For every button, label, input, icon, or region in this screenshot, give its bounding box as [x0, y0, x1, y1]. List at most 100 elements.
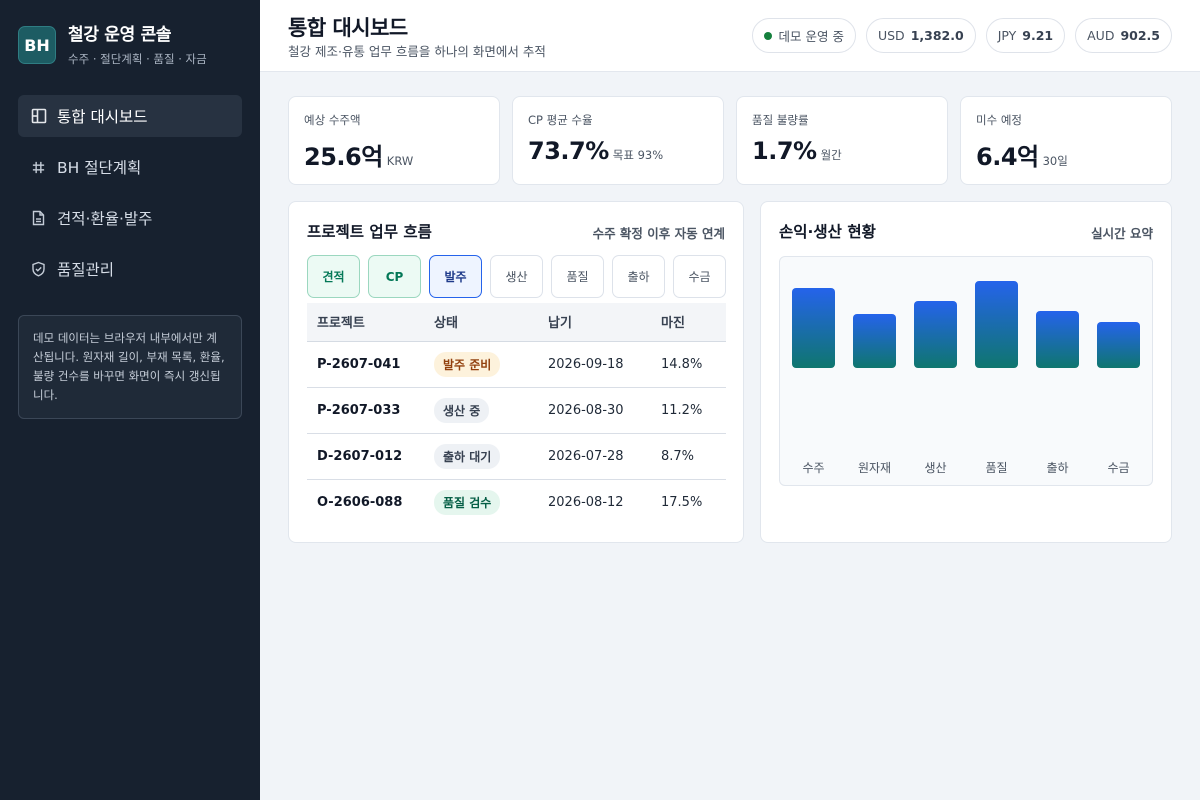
nav-label-quote: 견적·환율·발주: [57, 210, 153, 228]
due-date: 2026-09-18: [538, 341, 651, 388]
rate-value: 1,382.0: [910, 28, 964, 43]
brand-title: 철강 운영 콘솔: [68, 25, 172, 45]
shield-check-icon: [30, 261, 47, 278]
rate-chip-jpy: JPY 9.21: [985, 18, 1066, 53]
nav-label-quality: 품질관리: [57, 261, 115, 279]
chart-bar-0: [792, 288, 835, 368]
margin: 14.8%: [651, 341, 726, 388]
step-shipping[interactable]: 출하: [612, 255, 665, 298]
stat-card-cp-yield: CP 평균 수율 73.7% 목표 93%: [512, 96, 724, 185]
chart-bar-1: [853, 314, 896, 368]
col-header-margin: 마진: [651, 303, 726, 342]
demo-note: 데모 데이터는 브라우저 내부에서만 계산됩니다. 원자재 길이, 부재 목록,…: [18, 315, 242, 419]
page-title: 통합 대시보드: [288, 16, 408, 40]
stat-value: 1.7%: [752, 137, 817, 165]
rate-value: 9.21: [1022, 28, 1054, 43]
project-id: O-2606-088: [317, 494, 403, 510]
step-quality[interactable]: 품질: [551, 255, 604, 298]
workflow-steps: 견적 CP 발주 생산 품질 출하 수금: [307, 255, 726, 298]
status-badge: 발주 준비: [434, 351, 501, 377]
dashboard-icon: [30, 108, 47, 125]
pl-bar-chart: 수주 원자재 생산 품질 출하 수금: [792, 281, 1140, 475]
chart-category-label: 수주: [802, 461, 824, 475]
sidebar: BH 철강 운영 콘솔 수주 · 절단계획 · 품질 · 자금 통합 대시보드 …: [0, 0, 260, 800]
rate-code: USD: [877, 28, 905, 43]
header-chips: 데모 운영 중 USD 1,382.0 JPY 9.21 AUD 902.5: [742, 18, 1172, 53]
project-id: P-2607-041: [307, 341, 424, 388]
stat-card-receivables: 미수 예정 6.4억 30일: [960, 96, 1172, 185]
col-header-due: 납기: [538, 303, 651, 342]
chart-bar-3: [975, 281, 1018, 368]
nav-item-quote[interactable]: 견적·환율·발주: [18, 197, 242, 239]
rate-value: 902.5: [1120, 28, 1160, 43]
due-date: 2026-08-30: [538, 387, 651, 434]
pl-chart-box: 수주 원자재 생산 품질 출하 수금: [779, 256, 1153, 486]
page-subtitle: 철강 제조·유통 업무 흐름을 하나의 화면에서 추적: [288, 44, 546, 59]
project-table: 프로젝트 상태 납기 마진 P-2607-041 발주 준비 2026-09-1…: [307, 303, 726, 525]
step-quote[interactable]: 견적: [307, 255, 360, 298]
status-dot-icon: [763, 31, 772, 40]
table-header-row: 프로젝트 상태 납기 마진: [307, 303, 726, 342]
stat-card-expected-orders: 예상 수주액 25.6억 KRW: [288, 96, 500, 185]
project-id: D-2607-012: [307, 433, 424, 480]
stat-card-defect-rate: 품질 불량률 1.7% 월간: [736, 96, 948, 185]
table-row[interactable]: P-2607-041 발주 준비 2026-09-18 14.8%: [307, 341, 726, 388]
document-icon: [30, 210, 47, 227]
step-cp[interactable]: CP: [368, 255, 421, 298]
top-header: 통합 대시보드 철강 제조·유통 업무 흐름을 하나의 화면에서 추적 데모 운…: [260, 0, 1200, 72]
brand-subtitle: 수주 · 절단계획 · 품질 · 자금: [68, 52, 207, 66]
col-header-status: 상태: [424, 303, 538, 342]
project-id: P-2607-033: [307, 387, 424, 434]
workflow-title: 프로젝트 업무 흐름: [307, 223, 432, 241]
chart-bar-5: [1097, 322, 1140, 368]
table-row[interactable]: P-2607-033 생산 중 2026-08-30 11.2%: [307, 387, 726, 434]
chart-category-label: 원자재: [858, 461, 891, 475]
chart-bar-2: [914, 301, 957, 368]
stat-value: 73.7%: [528, 137, 609, 165]
nav-label-cut-plan: BH 절단계획: [57, 159, 142, 177]
workflow-meta: 수주 확정 이후 자동 연계: [592, 226, 725, 241]
table-row[interactable]: O-2606-088 품질 검수 2026-08-12 17.5%: [307, 479, 726, 525]
status-badge: 출하 대기: [434, 443, 501, 469]
stat-value: 25.6억: [304, 143, 383, 171]
pl-panel: 손익·생산 현황 실시간 요약 수주 원자재 생산 품질 출하 수금: [760, 201, 1172, 543]
nav-label-dashboard: 통합 대시보드: [57, 108, 148, 126]
rate-chip-aud: AUD 902.5: [1075, 18, 1172, 53]
col-header-project: 프로젝트: [307, 303, 424, 342]
stat-label: 미수 예정: [976, 113, 1022, 127]
stat-label: CP 평균 수율: [528, 113, 593, 127]
rate-code: AUD: [1087, 28, 1115, 43]
chart-category-label: 품질: [985, 461, 1007, 475]
stat-unit: 월간: [820, 148, 842, 162]
margin: 8.7%: [651, 433, 726, 480]
table-row[interactable]: D-2607-012 출하 대기 2026-07-28 8.7%: [307, 433, 726, 480]
status-badge: 품질 검수: [434, 489, 501, 515]
nav-item-dashboard[interactable]: 통합 대시보드: [18, 95, 242, 137]
nav-item-cut-plan[interactable]: BH 절단계획: [18, 146, 242, 188]
pl-title: 손익·생산 현황: [779, 223, 876, 241]
due-date: 2026-07-28: [538, 433, 651, 480]
chart-bar-4: [1036, 311, 1079, 368]
hash-icon: [30, 159, 47, 176]
due-date: 2026-08-12: [548, 494, 624, 510]
margin: 11.2%: [651, 387, 726, 434]
stat-label: 예상 수주액: [304, 113, 361, 127]
brand: BH 철강 운영 콘솔 수주 · 절단계획 · 품질 · 자금: [18, 25, 242, 67]
chart-category-label: 수금: [1107, 461, 1129, 475]
step-collection[interactable]: 수금: [673, 255, 726, 298]
step-production[interactable]: 생산: [490, 255, 543, 298]
status-chip: 데모 운영 중: [751, 18, 856, 53]
nav-item-quality[interactable]: 품질관리: [18, 248, 242, 290]
rate-code: JPY: [997, 28, 1017, 43]
pl-meta: 실시간 요약: [1091, 226, 1153, 241]
stat-value: 6.4억: [976, 143, 1039, 171]
stat-unit: 30일: [1042, 154, 1068, 168]
brand-logo: BH: [18, 26, 56, 64]
stat-label: 품질 불량률: [752, 113, 809, 127]
sidebar-nav: 통합 대시보드 BH 절단계획 견적·환율·발주 품질관리: [18, 95, 242, 290]
chart-category-label: 출하: [1046, 461, 1068, 475]
stat-unit: KRW: [386, 154, 414, 168]
workflow-panel: 프로젝트 업무 흐름 수주 확정 이후 자동 연계 견적 CP 발주 생산 품질…: [288, 201, 744, 543]
step-order[interactable]: 발주: [429, 255, 482, 298]
margin: 17.5%: [661, 494, 703, 510]
